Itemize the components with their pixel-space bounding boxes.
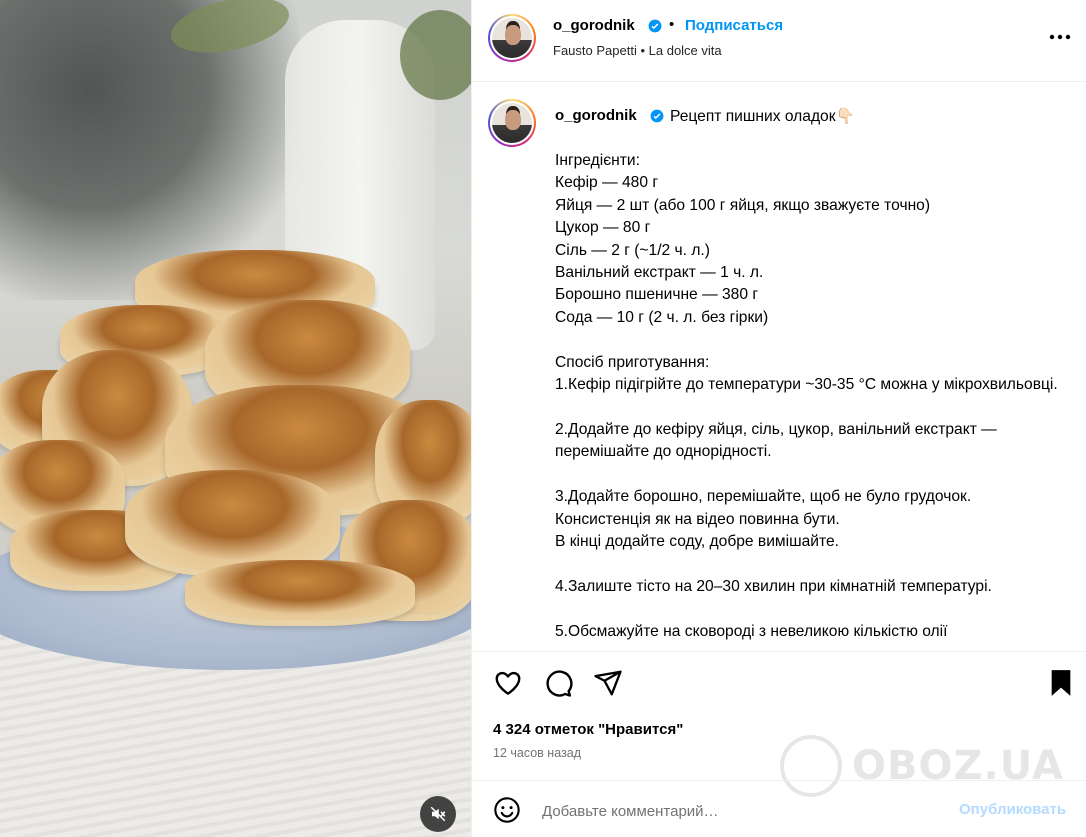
- caption-area: o_gorodnik Рецепт пишних оладок👇🏻 Інгред…: [472, 83, 1086, 651]
- caption-author-username[interactable]: o_gorodnik: [555, 107, 637, 124]
- more-icon[interactable]: [1049, 30, 1071, 44]
- music-info[interactable]: Fausto Papetti • La dolce vita: [553, 43, 722, 58]
- music-separator: •: [640, 43, 646, 58]
- music-track: La dolce vita: [648, 43, 722, 58]
- bookmark-icon[interactable]: [1048, 669, 1074, 697]
- mute-toggle-button[interactable]: [420, 796, 456, 832]
- pancake: [125, 470, 340, 570]
- post-panel: o_gorodnik • Подписаться Fausto Papetti …: [471, 0, 1086, 837]
- comment-icon[interactable]: [543, 668, 573, 698]
- heart-icon[interactable]: [493, 668, 523, 698]
- caption-title: Рецепт пишних оладок👇🏻: [670, 108, 855, 125]
- post-header: o_gorodnik • Подписаться Fausto Papetti …: [472, 0, 1086, 82]
- share-icon[interactable]: [593, 668, 623, 698]
- pancake: [185, 560, 415, 620]
- post-media[interactable]: [0, 0, 471, 837]
- publish-button[interactable]: Опубликовать: [959, 801, 1066, 818]
- verified-badge-icon: [650, 109, 664, 123]
- muted-sound-icon: [430, 806, 446, 822]
- music-artist: Fausto Papetti: [553, 43, 637, 58]
- comment-bar: Опубликовать: [472, 780, 1086, 837]
- header-separator: •: [669, 16, 675, 33]
- caption-author-avatar[interactable]: [488, 99, 536, 147]
- comment-input[interactable]: [542, 799, 912, 823]
- actions-section: 4 324 отметок "Нравится" 12 часов назад …: [472, 651, 1086, 837]
- likes-count[interactable]: 4 324 отметок "Нравится": [493, 721, 683, 738]
- follow-button[interactable]: Подписаться: [685, 17, 783, 34]
- caption-body: Інгредієнти: Кефір — 480 г Яйця — 2 шт (…: [555, 152, 1058, 640]
- verified-badge-icon: [648, 19, 662, 33]
- emoji-icon[interactable]: [493, 796, 521, 824]
- author-avatar[interactable]: [488, 14, 536, 62]
- media-leaf: [400, 10, 471, 100]
- post-time[interactable]: 12 часов назад: [493, 746, 581, 760]
- author-username[interactable]: o_gorodnik: [553, 17, 635, 34]
